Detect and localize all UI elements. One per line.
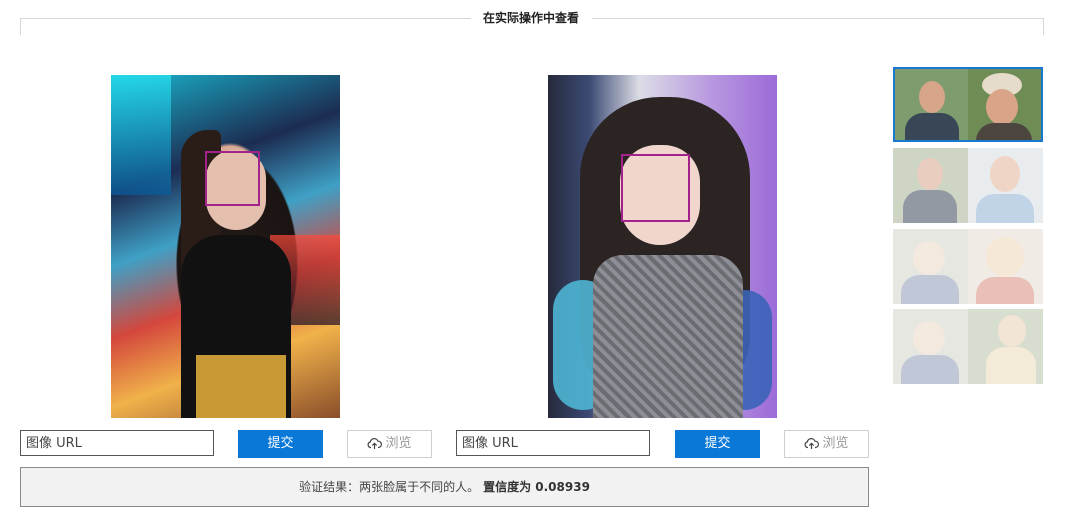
right-face-image: [548, 75, 777, 418]
right-submit-button[interactable]: 提交: [675, 430, 760, 458]
sample-pair-1[interactable]: [893, 67, 1043, 142]
right-browse-button[interactable]: 浏览: [784, 430, 869, 458]
dim-overlay: [893, 148, 1043, 223]
section-frame-right: [592, 18, 1044, 35]
left-browse-label: 浏览: [385, 436, 412, 451]
left-face-image: [111, 75, 340, 418]
right-browse-label: 浏览: [822, 436, 849, 451]
section-frame-left: [20, 18, 471, 35]
left-submit-button[interactable]: 提交: [238, 430, 323, 458]
left-face-box: [205, 151, 260, 206]
result-text: 验证结果：两张脸属于不同的人。: [299, 480, 480, 494]
image-pants: [196, 355, 286, 418]
verification-result: 验证结果：两张脸属于不同的人。 置信度为 0.08939: [20, 467, 869, 507]
sample-photo: [895, 69, 968, 140]
section-title: 在实际操作中查看: [482, 11, 579, 25]
sample-photo: [968, 69, 1041, 140]
image-bokeh: [111, 75, 171, 195]
cloud-upload-icon: [368, 438, 383, 449]
dim-overlay: [893, 229, 1043, 304]
image-dress: [593, 255, 743, 418]
right-face-box: [621, 154, 690, 222]
dim-overlay: [893, 309, 1043, 384]
left-image-url-input[interactable]: [20, 430, 214, 456]
right-image-url-input[interactable]: [456, 430, 650, 456]
confidence-score: 置信度为 0.08939: [483, 480, 590, 494]
cloud-upload-icon: [805, 438, 820, 449]
sample-pair-4[interactable]: [893, 309, 1043, 384]
sample-pair-2[interactable]: [893, 148, 1043, 223]
left-browse-button[interactable]: 浏览: [347, 430, 432, 458]
sample-pair-3[interactable]: [893, 229, 1043, 304]
